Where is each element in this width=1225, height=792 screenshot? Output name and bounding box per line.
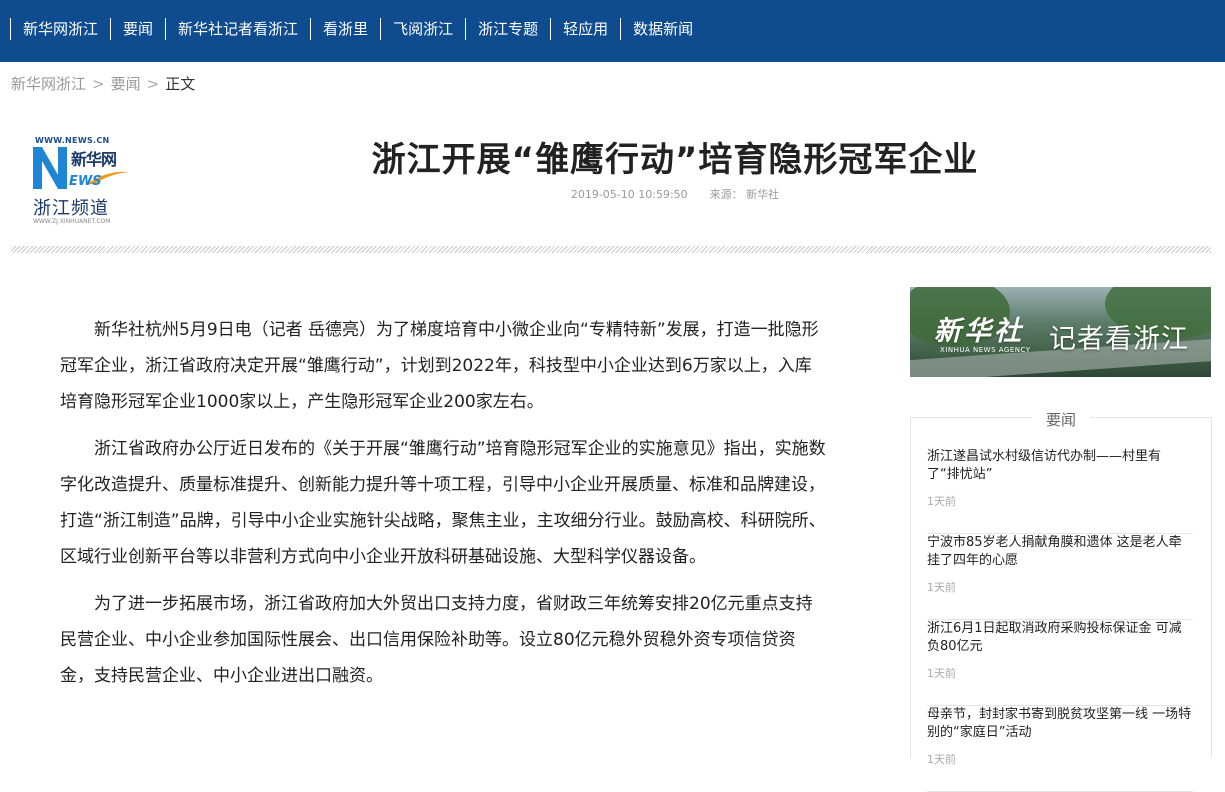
logo-channel-text: 浙江频道 <box>33 198 109 219</box>
article-datetime: 2019-05-10 10:59:50 <box>570 188 688 201</box>
article-paragraph: 为了进一步拓展市场，浙江省政府加大外贸出口支持力度，省财政三年统筹安排20亿元重… <box>60 594 813 686</box>
nav-item-light-apps[interactable]: 轻应用 <box>550 18 620 40</box>
banner-english: XINHUA NEWS AGENCY <box>940 346 1031 354</box>
nav-item-data-news[interactable]: 数据新闻 <box>620 18 705 40</box>
breadcrumb-separator: > <box>92 75 105 93</box>
breadcrumb-separator: > <box>146 75 160 93</box>
news-time: 1天前 <box>927 495 956 508</box>
list-item: 母亲节，封封家书寄到脱贫攻坚第一线 一场特别的“家庭日”活动 1天前 <box>927 706 1193 792</box>
xinhua-zhejiang-logo[interactable]: WWW.NEWS.CN 新华网 EWS 浙江频道 WWW.ZJ.XINHUANE… <box>33 136 133 228</box>
news-time: 1天前 <box>927 581 956 594</box>
nav-item-home[interactable]: 新华网浙江 <box>10 18 110 40</box>
article-source: 来源： 新华社 <box>709 188 780 201</box>
news-link[interactable]: 浙江6月1日起取消政府采购投标保证金 可减负80亿元 <box>927 620 1193 656</box>
article-body: 新华社杭州5月9日电（记者 岳德亮）为了梯度培育中小微企业向“专精特新”发展，打… <box>60 312 828 705</box>
article-paragraph: 浙江省政府办公厅近日发布的《关于开展“雏鹰行动”培育隐形冠军企业的实施意见》指出… <box>60 439 826 567</box>
logo-n-icon <box>33 147 67 189</box>
top-news-heading: 要闻 <box>911 409 1211 430</box>
logo-brand-text: 新华网 <box>71 150 117 169</box>
article-title: 浙江开展“雏鹰行动”培育隐形冠军企业 <box>371 140 979 180</box>
article-meta: 2019-05-10 10:59:50 来源： 新华社 <box>300 186 1050 202</box>
list-item: 宁波市85岁老人捐献角膜和遗体 这是老人牵挂了四年的心愿 1天前 <box>927 534 1193 620</box>
news-time: 1天前 <box>927 667 956 680</box>
breadcrumb-section-link[interactable]: 要闻 <box>111 75 141 93</box>
news-link[interactable]: 宁波市85岁老人捐献角膜和遗体 这是老人牵挂了四年的心愿 <box>927 534 1193 570</box>
nav-item-topics[interactable]: 浙江专题 <box>465 18 550 40</box>
top-nav-bar: 新华网浙江 要闻 新华社记者看浙江 看浙里 飞阅浙江 浙江专题 轻应用 数据新闻 <box>0 0 1225 62</box>
breadcrumb: 新华网浙江 > 要闻 > 正文 <box>11 74 195 94</box>
banner-text: 记者看浙江 <box>1049 324 1189 355</box>
top-news-box: 要闻 浙江遂昌试水村级信访代办制——村里有了“排忧站” 1天前 宁波市85岁老人… <box>910 411 1212 792</box>
list-item: 浙江6月1日起取消政府采购投标保证金 可减负80亿元 1天前 <box>927 620 1193 706</box>
nav-item-reporters[interactable]: 新华社记者看浙江 <box>165 18 310 40</box>
header-divider <box>11 246 1211 253</box>
news-link[interactable]: 母亲节，封封家书寄到脱贫攻坚第一线 一场特别的“家庭日”活动 <box>927 706 1193 742</box>
nav-menu: 新华网浙江 要闻 新华社记者看浙江 看浙里 飞阅浙江 浙江专题 轻应用 数据新闻 <box>10 18 705 40</box>
nav-item-aerial[interactable]: 飞阅浙江 <box>380 18 465 40</box>
banner-calligraphy: 新华社 <box>934 316 1024 347</box>
article-paragraph: 新华社杭州5月9日电（记者 岳德亮）为了梯度培育中小微企业向“专精特新”发展，打… <box>60 320 819 412</box>
logo-news-text: EWS <box>69 174 102 189</box>
news-link[interactable]: 浙江遂昌试水村级信访代办制——村里有了“排忧站” <box>927 448 1193 484</box>
logo-site-text: WWW.ZJ.XINHUANET.COM <box>33 218 111 225</box>
nav-item-news[interactable]: 要闻 <box>110 18 165 40</box>
breadcrumb-home-link[interactable]: 新华网浙江 <box>11 75 86 93</box>
logo-url: WWW.NEWS.CN <box>35 136 110 145</box>
reporters-banner[interactable]: 新华社 XINHUA NEWS AGENCY 记者看浙江 <box>910 287 1211 377</box>
nav-item-kan-zheli[interactable]: 看浙里 <box>310 18 380 40</box>
breadcrumb-current: 正文 <box>165 75 196 93</box>
list-item: 浙江遂昌试水村级信访代办制——村里有了“排忧站” 1天前 <box>927 448 1193 534</box>
news-time: 1天前 <box>927 753 956 766</box>
top-news-list: 浙江遂昌试水村级信访代办制——村里有了“排忧站” 1天前 宁波市85岁老人捐献角… <box>927 448 1193 792</box>
